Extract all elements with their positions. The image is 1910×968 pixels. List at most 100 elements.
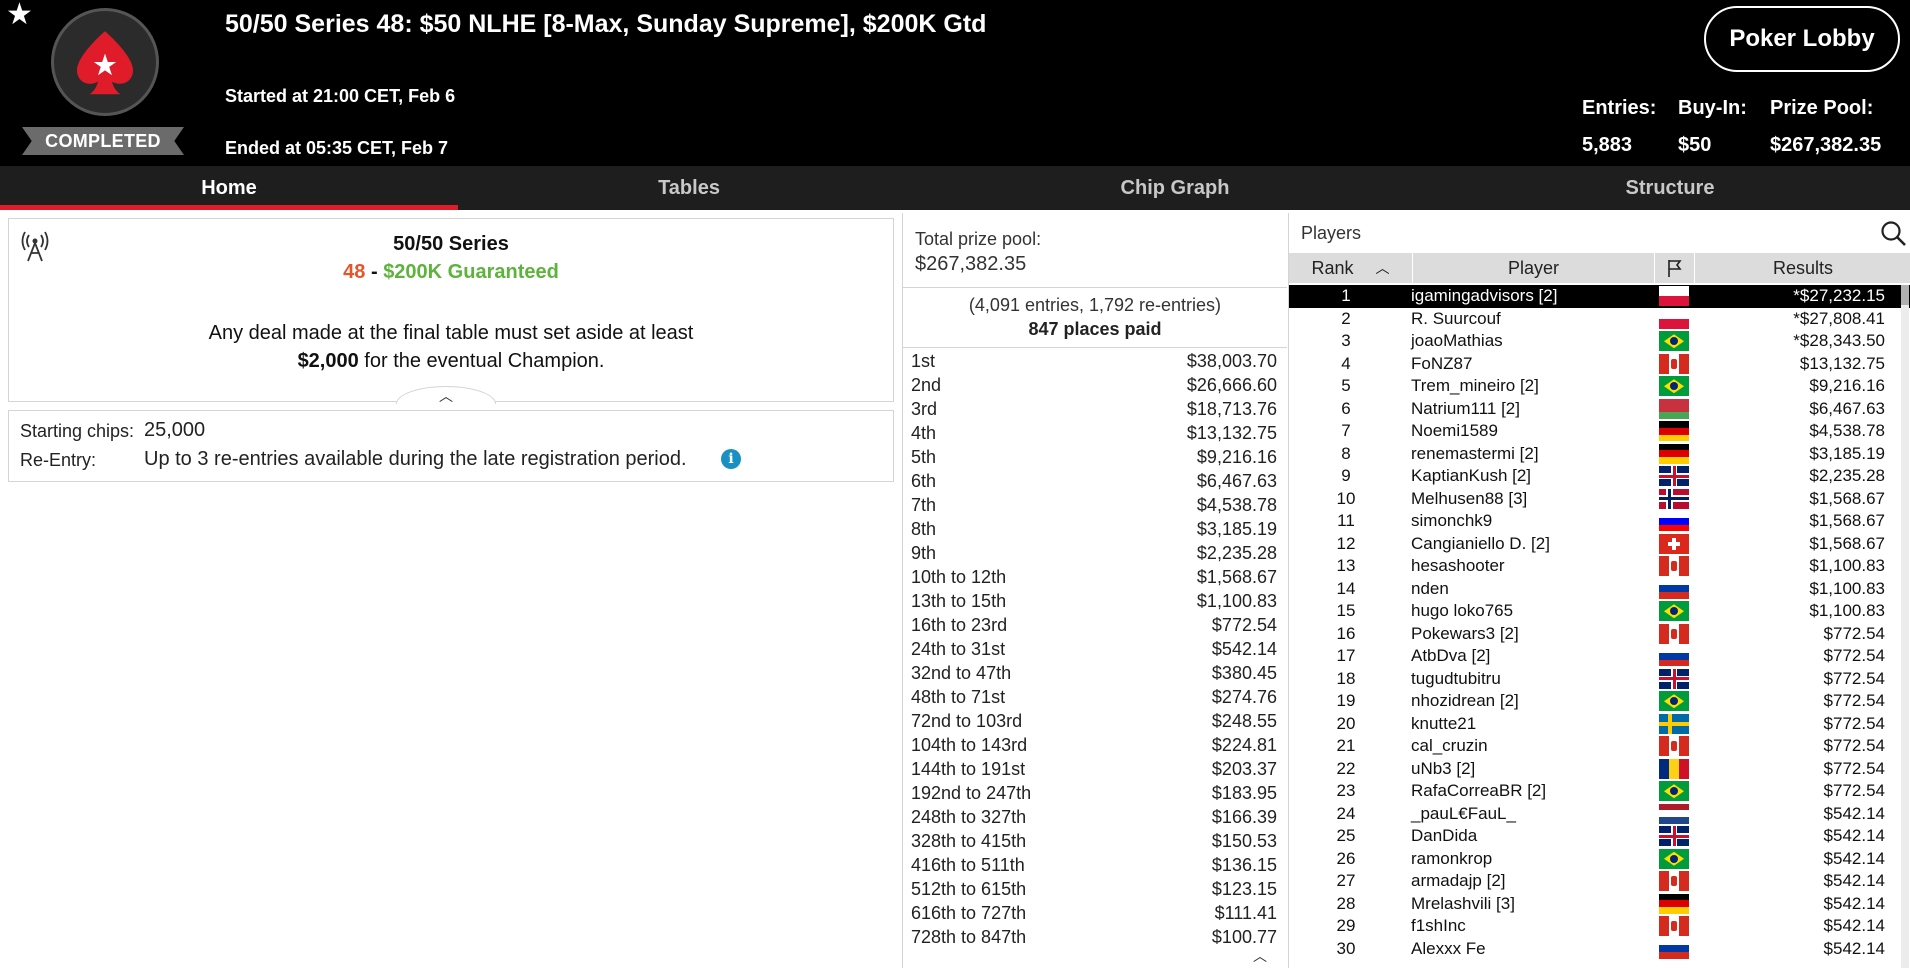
player-row[interactable]: 28 Mrelashvili [3] $542.14 bbox=[1289, 893, 1910, 916]
player-name: knutte21 bbox=[1411, 713, 1477, 733]
tournament-info-card: 50/50 Series 48 - $200K Guaranteed Any d… bbox=[8, 218, 894, 402]
player-row[interactable]: 20 knutte21 $772.54 bbox=[1289, 713, 1910, 736]
player-row[interactable]: 14 nden $1,100.83 bbox=[1289, 578, 1910, 601]
player-row[interactable]: 13 hesashooter $1,100.83 bbox=[1289, 555, 1910, 578]
player-row[interactable]: 24 _pauL€FauL_ $542.14 bbox=[1289, 803, 1910, 826]
player-name: _pauL€FauL_ bbox=[1411, 803, 1516, 823]
payout-place: 512th to 615th bbox=[911, 879, 1027, 899]
player-row[interactable]: 21 cal_cruzin $772.54 bbox=[1289, 735, 1910, 758]
player-row[interactable]: 8 renemastermi [2] $3,185.19 bbox=[1289, 443, 1910, 466]
player-result: $772.54 bbox=[1823, 691, 1885, 711]
player-row[interactable]: 2 R. Suurcouf *$27,808.41 bbox=[1289, 308, 1910, 331]
player-row[interactable]: 30 Alexxx Fe $542.14 bbox=[1289, 938, 1910, 961]
player-row[interactable]: 19 nhozidrean [2] $772.54 bbox=[1289, 690, 1910, 713]
player-row[interactable]: 7 Noemi1589 $4,538.78 bbox=[1289, 420, 1910, 443]
player-rank: 16 bbox=[1336, 623, 1356, 643]
player-flag bbox=[1655, 870, 1693, 892]
player-row[interactable]: 9 KaptianKush [2] $2,235.28 bbox=[1289, 465, 1910, 488]
payout-list: 1st $38,003.70 2nd $26,666.60 3rd $18,713.76 4… bbox=[903, 349, 1287, 949]
player-column-header[interactable]: Player bbox=[1413, 253, 1655, 283]
player-row[interactable]: 26 ramonkrop $542.14 bbox=[1289, 848, 1910, 871]
player-row[interactable]: 6 Natrium111 [2] $6,467.63 bbox=[1289, 398, 1910, 421]
player-row[interactable]: 18 tugudtubitru $772.54 bbox=[1289, 668, 1910, 691]
player-name: nden bbox=[1411, 578, 1449, 598]
country-flag-icon bbox=[1659, 578, 1689, 599]
player-row[interactable]: 23 RafaCorreaBR [2] $772.54 bbox=[1289, 780, 1910, 803]
player-row[interactable]: 16 Pokewars3 [2] $772.54 bbox=[1289, 623, 1910, 646]
player-row[interactable]: 5 Trem_mineiro [2] $9,216.16 bbox=[1289, 375, 1910, 398]
player-row[interactable]: 12 Cangianiello D. [2] $1,568.67 bbox=[1289, 533, 1910, 556]
payout-amount: $136.15 bbox=[1211, 855, 1277, 875]
tab-chip-graph[interactable]: Chip Graph bbox=[920, 166, 1430, 210]
entries-value: 5,883 bbox=[1582, 134, 1633, 156]
payout-amount: $13,132.75 bbox=[1186, 423, 1277, 443]
player-row[interactable]: 4 FoNZ87 $13,132.75 bbox=[1289, 353, 1910, 376]
player-name: Noemi1589 bbox=[1411, 421, 1498, 441]
total-prize-pool-value: $267,382.35 bbox=[915, 253, 1027, 275]
country-flag-icon bbox=[1659, 916, 1689, 937]
player-result: $1,568.67 bbox=[1809, 511, 1885, 531]
player-flag bbox=[1655, 713, 1693, 735]
player-rank: 19 bbox=[1336, 691, 1356, 711]
players-title: Players bbox=[1301, 223, 1362, 243]
payout-place: 192nd to 247th bbox=[911, 783, 1032, 803]
payout-row: 13th to 15th $1,100.83 bbox=[903, 589, 1287, 613]
players-scrollbar[interactable] bbox=[1901, 285, 1909, 968]
player-row[interactable]: 25 DanDida $542.14 bbox=[1289, 825, 1910, 848]
places-paid: 847 places paid bbox=[1028, 319, 1162, 339]
search-icon[interactable] bbox=[1879, 219, 1907, 247]
player-rank: 7 bbox=[1341, 421, 1351, 441]
player-row[interactable]: 3 joaoMathias *$28,343.50 bbox=[1289, 330, 1910, 353]
player-rank: 26 bbox=[1336, 848, 1356, 868]
player-result: $772.54 bbox=[1823, 713, 1885, 733]
player-flag bbox=[1655, 420, 1693, 442]
player-flag bbox=[1655, 375, 1693, 397]
rank-column-header[interactable]: Rank ︿ bbox=[1289, 253, 1413, 283]
country-flag-icon bbox=[1659, 331, 1689, 352]
payout-amount: $248.55 bbox=[1211, 711, 1277, 731]
country-flag-icon bbox=[1659, 488, 1689, 509]
reentry-label: Re-Entry: bbox=[20, 450, 97, 470]
series-name: 50/50 Series bbox=[393, 233, 509, 255]
player-row[interactable]: 22 uNb3 [2] $772.54 bbox=[1289, 758, 1910, 781]
poker-lobby-button[interactable]: Poker Lobby bbox=[1704, 6, 1900, 72]
series-separator: - bbox=[365, 261, 384, 283]
player-rank: 2 bbox=[1341, 308, 1351, 328]
player-row[interactable]: 10 Melhusen88 [3] $1,568.67 bbox=[1289, 488, 1910, 511]
payout-row: 5th $9,216.16 bbox=[903, 445, 1287, 469]
tab-tables[interactable]: Tables bbox=[458, 166, 920, 210]
deal-notice-line2: $2,000 for the eventual Champion. bbox=[9, 347, 893, 375]
player-row[interactable]: 15 hugo loko765 $1,100.83 bbox=[1289, 600, 1910, 623]
payout-amount: $274.76 bbox=[1211, 687, 1277, 707]
country-flag-icon bbox=[1659, 443, 1689, 464]
payout-row: 3rd $18,713.76 bbox=[903, 397, 1287, 421]
players-list: 1 igamingadvisors [2] *$27,232.15 2 R. Suurc… bbox=[1289, 285, 1910, 960]
player-row[interactable]: 1 igamingadvisors [2] *$27,232.15 bbox=[1289, 285, 1910, 308]
player-name: Trem_mineiro [2] bbox=[1411, 376, 1539, 396]
starting-chips-value: 25,000 bbox=[144, 419, 206, 441]
country-flag-icon bbox=[1659, 376, 1689, 397]
player-row[interactable]: 11 simonchk9 $1,568.67 bbox=[1289, 510, 1910, 533]
player-rank: 27 bbox=[1336, 871, 1356, 891]
player-result: $13,132.75 bbox=[1799, 353, 1885, 373]
player-result: $772.54 bbox=[1823, 623, 1885, 643]
results-column-header[interactable]: Results bbox=[1695, 253, 1910, 283]
player-flag bbox=[1655, 893, 1693, 915]
player-row[interactable]: 27 armadajp [2] $542.14 bbox=[1289, 870, 1910, 893]
tab-structure[interactable]: Structure bbox=[1430, 166, 1910, 210]
scrollbar-thumb[interactable] bbox=[1901, 285, 1909, 305]
tab-home[interactable]: Home bbox=[0, 166, 458, 210]
player-name: FoNZ87 bbox=[1411, 353, 1473, 373]
player-row[interactable]: 29 f1shInc $542.14 bbox=[1289, 915, 1910, 938]
deal-notice-line1: Any deal made at the final table must se… bbox=[208, 322, 694, 344]
star-icon[interactable]: ★ bbox=[6, 0, 33, 30]
payout-place: 6th bbox=[911, 471, 937, 491]
chevron-up-icon[interactable]: ︿ bbox=[1253, 946, 1267, 966]
payout-amount: $150.53 bbox=[1211, 831, 1277, 851]
divider bbox=[903, 287, 1287, 288]
country-flag-icon bbox=[1659, 466, 1689, 487]
info-icon[interactable]: i bbox=[721, 449, 741, 469]
player-row[interactable]: 17 AtbDva [2] $772.54 bbox=[1289, 645, 1910, 668]
payout-place: 1st bbox=[911, 351, 936, 371]
flag-icon[interactable] bbox=[1655, 253, 1695, 283]
